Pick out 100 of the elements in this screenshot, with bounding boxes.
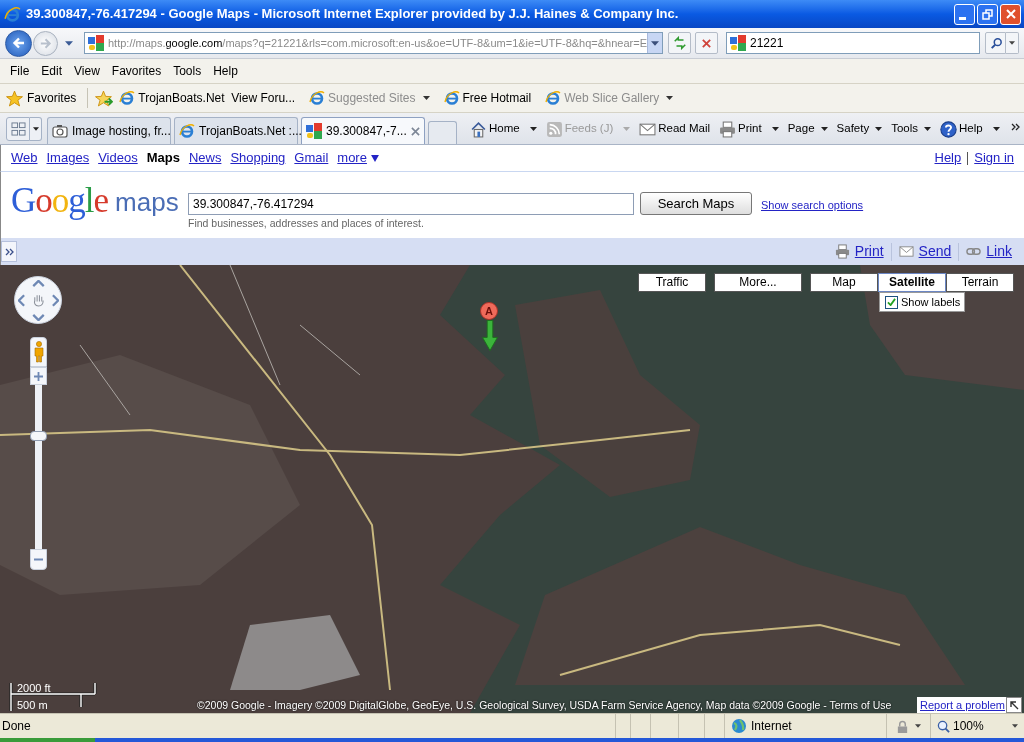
action-link[interactable]: Send <box>898 241 952 262</box>
double-chevron-icon <box>1010 123 1020 131</box>
house-icon <box>470 120 487 138</box>
caret-icon <box>422 96 430 100</box>
overview-toggle-button[interactable] <box>1006 697 1022 713</box>
menu-item[interactable]: View <box>69 62 105 80</box>
left-chevron-icon[interactable] <box>18 294 25 307</box>
checkbox-label[interactable]: Show labels <box>901 293 961 311</box>
google-nav-link[interactable]: more <box>337 148 379 168</box>
restore-button[interactable] <box>977 3 998 25</box>
menu-item[interactable]: Tools <box>168 62 207 80</box>
favorites-link[interactable]: TrojanBoats.Net View Foru... <box>119 89 296 107</box>
add-favorite-button[interactable] <box>95 89 114 107</box>
command-button[interactable]: Page <box>787 120 828 138</box>
action-link[interactable]: Print <box>834 241 884 262</box>
map-layer-button[interactable]: Traffic <box>638 273 706 292</box>
favorites-link[interactable]: Free Hotmail <box>443 89 532 107</box>
stop-button[interactable] <box>695 32 718 54</box>
globe-icon <box>731 718 747 734</box>
colored-squares-icon <box>306 123 322 139</box>
star-icon <box>6 89 23 107</box>
menu-item[interactable]: Edit <box>36 62 68 80</box>
quick-tabs-button[interactable] <box>6 117 30 141</box>
account-link[interactable]: Help <box>934 148 962 168</box>
report-problem-link[interactable]: Report a problem <box>917 697 1008 713</box>
show-labels-checkbox[interactable] <box>885 295 898 309</box>
caret-icon <box>992 127 1000 131</box>
maps-search-input[interactable]: 39.300847,-76.417294 <box>188 193 634 215</box>
expand-panel-button[interactable] <box>1 241 17 262</box>
browser-tab[interactable]: 39.300847,-7... <box>301 117 425 144</box>
caret-icon <box>651 40 659 46</box>
more-commands-button[interactable] <box>1010 122 1020 132</box>
zoom-in-button[interactable] <box>30 367 47 385</box>
minus-icon <box>34 558 43 561</box>
map-type-button[interactable]: Terrain <box>946 273 1014 292</box>
colored-squares-icon <box>88 35 104 51</box>
printer-icon <box>719 120 737 138</box>
menu-item[interactable]: Help <box>208 62 243 80</box>
camera-icon <box>52 123 68 139</box>
command-button[interactable]: Help <box>940 120 1000 138</box>
account-link[interactable]: Sign in <box>974 148 1014 168</box>
back-button[interactable] <box>5 29 32 57</box>
zoom-slider-thumb[interactable] <box>30 431 47 441</box>
close-button[interactable] <box>1000 3 1021 25</box>
caret-icon <box>623 127 631 131</box>
window-title: 39.300847,-76.417294 - Google Maps - Microsoft Internet Explorer provided by J.J. Haines & Company Inc. <box>26 5 679 24</box>
google-nav-link[interactable]: Videos <box>98 148 138 168</box>
command-button[interactable]: Tools <box>891 120 932 138</box>
feed-icon <box>545 120 563 138</box>
google-nav-link[interactable]: Shopping <box>230 148 286 168</box>
google-nav-link[interactable]: Gmail <box>294 148 329 168</box>
command-button[interactable]: Read Mail <box>639 120 711 138</box>
refresh-button[interactable] <box>668 32 691 54</box>
search-options-link[interactable]: Show search options <box>761 197 864 214</box>
caret-icon <box>915 724 921 728</box>
maps-logo-text: maps <box>115 188 179 216</box>
minimize-button[interactable] <box>954 3 975 25</box>
forward-arrow-icon <box>39 36 52 50</box>
caret-icon <box>32 127 39 131</box>
right-chevron-icon[interactable] <box>52 294 59 307</box>
google-nav-link[interactable]: Web <box>11 148 38 168</box>
browser-tab[interactable]: Image hosting, fr... <box>47 117 171 144</box>
street-view-button[interactable] <box>30 337 47 367</box>
restore-icon <box>982 8 993 20</box>
command-button[interactable]: Print <box>719 120 779 138</box>
browser-logo-icon <box>443 90 460 106</box>
check-icon <box>887 298 896 306</box>
browser-logo-icon <box>179 123 195 139</box>
google-nav-link[interactable]: Images <box>46 148 90 168</box>
map-layer-button[interactable]: More... <box>714 273 802 292</box>
map-type-button[interactable]: Satellite <box>878 273 946 292</box>
caret-icon <box>924 127 932 131</box>
favorites-button[interactable]: Favorites <box>6 89 77 107</box>
command-button[interactable]: Safety <box>836 120 883 138</box>
status-text: Done <box>1 718 31 735</box>
address-field[interactable]: http://maps.google.com/maps?q=21221&rls=com.microsoft:en-us&oe=UTF-8&um=1&ie=UTF-8&hq=&hnear=E <box>84 32 663 54</box>
search-button[interactable] <box>985 32 1006 54</box>
action-link[interactable]: Link <box>966 241 1012 262</box>
close-icon <box>1005 9 1016 19</box>
lock-icon <box>896 719 909 733</box>
tab-list-button[interactable] <box>30 117 42 141</box>
help-icon <box>940 120 958 138</box>
url-text: http://maps.google.com/maps?q=21221&rls=com.microsoft:en-us&oe=UTF-8&um=1&ie=UTF-8&hq=&hnear=E <box>108 35 647 51</box>
close-tab-button[interactable] <box>410 125 420 137</box>
search-field[interactable]: 21221 <box>726 32 980 54</box>
zone-text: Internet <box>751 718 792 735</box>
map-type-button[interactable]: Map <box>810 273 878 292</box>
command-button[interactable]: Home <box>470 120 537 138</box>
up-chevron-icon[interactable] <box>32 280 45 287</box>
address-dropdown-button[interactable] <box>647 33 662 53</box>
menu-item[interactable]: Favorites <box>106 62 167 80</box>
google-nav-link[interactable]: News <box>188 148 222 168</box>
search-options-button[interactable] <box>1006 32 1019 54</box>
envelope-icon <box>898 244 914 259</box>
menu-item[interactable]: File <box>5 62 35 80</box>
caret-icon <box>529 127 537 131</box>
google-nav-link[interactable]: Maps <box>146 148 180 168</box>
search-maps-button[interactable]: Search Maps <box>640 192 752 215</box>
down-chevron-icon[interactable] <box>32 314 45 321</box>
zoom-out-button[interactable] <box>30 549 47 570</box>
